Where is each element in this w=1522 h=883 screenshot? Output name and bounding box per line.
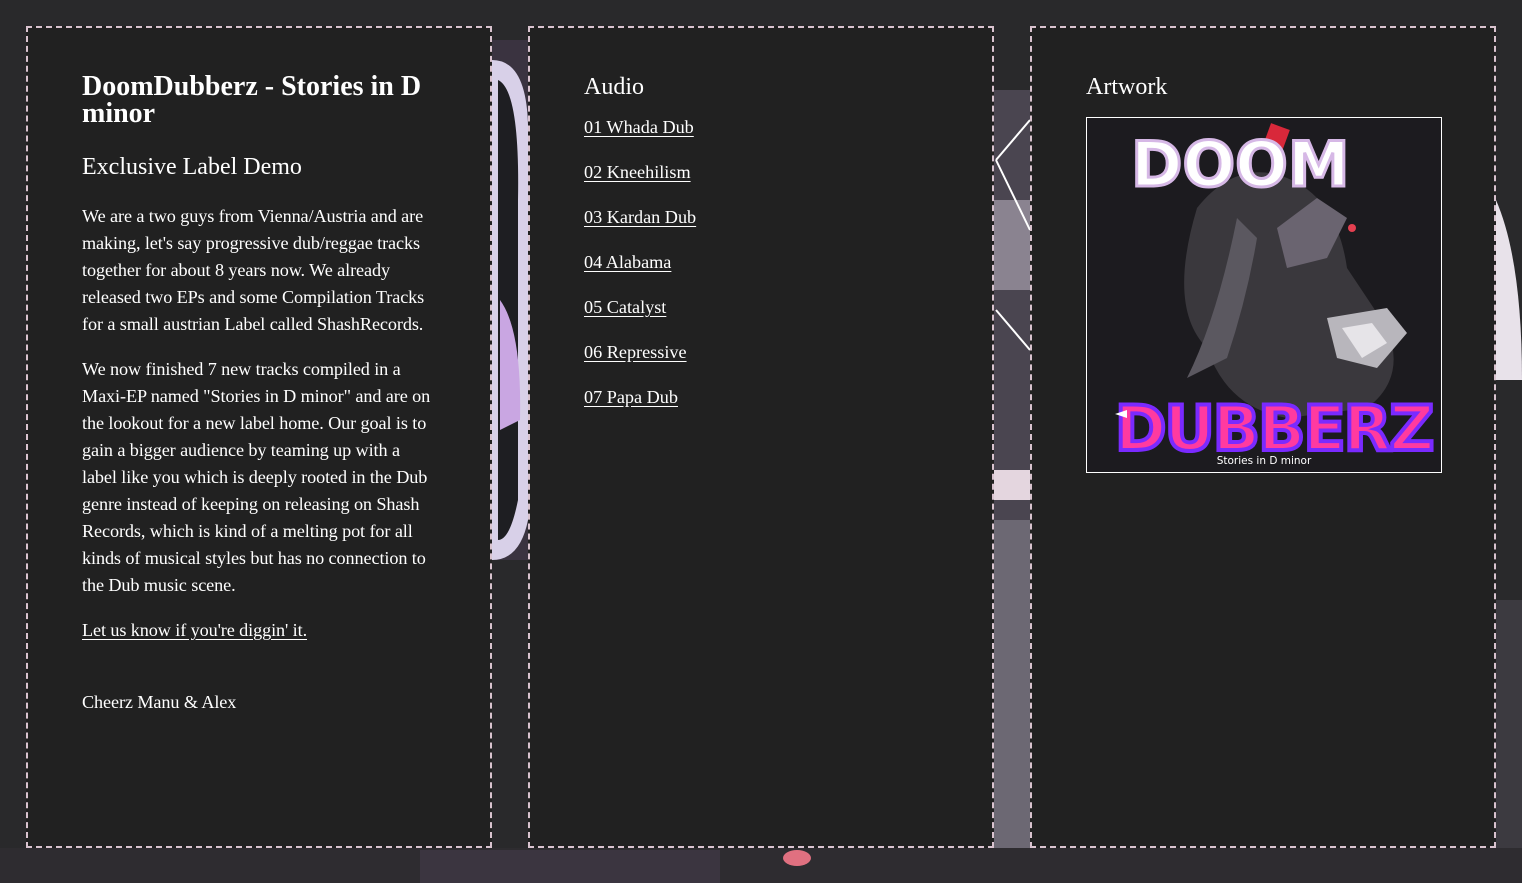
artwork-heading: Artwork	[1086, 74, 1168, 100]
audio-panel: Audio 01 Whada Dub 02 Kneehilism 03 Kard…	[528, 26, 994, 848]
list-item: 07 Papa Dub	[584, 384, 938, 411]
list-item: 04 Alabama	[584, 249, 938, 276]
signature: Cheerz Manu & Alex	[82, 692, 237, 712]
contact-link[interactable]: Let us know if you're diggin' it.	[82, 620, 307, 640]
track-list: 01 Whada Dub 02 Kneehilism 03 Kardan Dub…	[584, 114, 938, 411]
artwork-panel: Artwork DOOM DUBBERZ Stories in D minor	[1030, 26, 1496, 848]
intro-paragraph-2: We now finished 7 new tracks compiled in…	[82, 359, 431, 595]
intro-panel: DoomDubberz - Stories in D minor Exclusi…	[26, 26, 492, 848]
list-item: 05 Catalyst	[584, 294, 938, 321]
track-link-02[interactable]: 02 Kneehilism	[584, 162, 691, 182]
track-link-05[interactable]: 05 Catalyst	[584, 297, 666, 317]
track-link-07[interactable]: 07 Papa Dub	[584, 387, 678, 407]
album-cover-image[interactable]: DOOM DUBBERZ Stories in D minor	[1086, 117, 1442, 473]
audio-heading: Audio	[584, 74, 644, 100]
intro-paragraph-1: We are a two guys from Vienna/Austria an…	[82, 206, 425, 334]
cta-paragraph: Let us know if you're diggin' it.	[82, 617, 436, 644]
track-link-03[interactable]: 03 Kardan Dub	[584, 207, 696, 227]
album-cover-art: DOOM DUBBERZ	[1087, 118, 1441, 472]
svg-text:DOOM: DOOM	[1131, 128, 1350, 201]
list-item: 03 Kardan Dub	[584, 204, 938, 231]
album-caption: Stories in D minor	[1216, 455, 1312, 467]
track-link-04[interactable]: 04 Alabama	[584, 252, 671, 272]
list-item: 02 Kneehilism	[584, 159, 938, 186]
logo-top: DOOM	[1130, 127, 1352, 203]
list-item: 06 Repressive	[584, 339, 938, 366]
subtitle: Exclusive Label Demo	[82, 154, 302, 180]
list-item: 01 Whada Dub	[584, 114, 938, 141]
track-link-01[interactable]: 01 Whada Dub	[584, 117, 694, 137]
track-link-06[interactable]: 06 Repressive	[584, 342, 687, 362]
page-title: DoomDubberz - Stories in D minor	[82, 71, 422, 129]
